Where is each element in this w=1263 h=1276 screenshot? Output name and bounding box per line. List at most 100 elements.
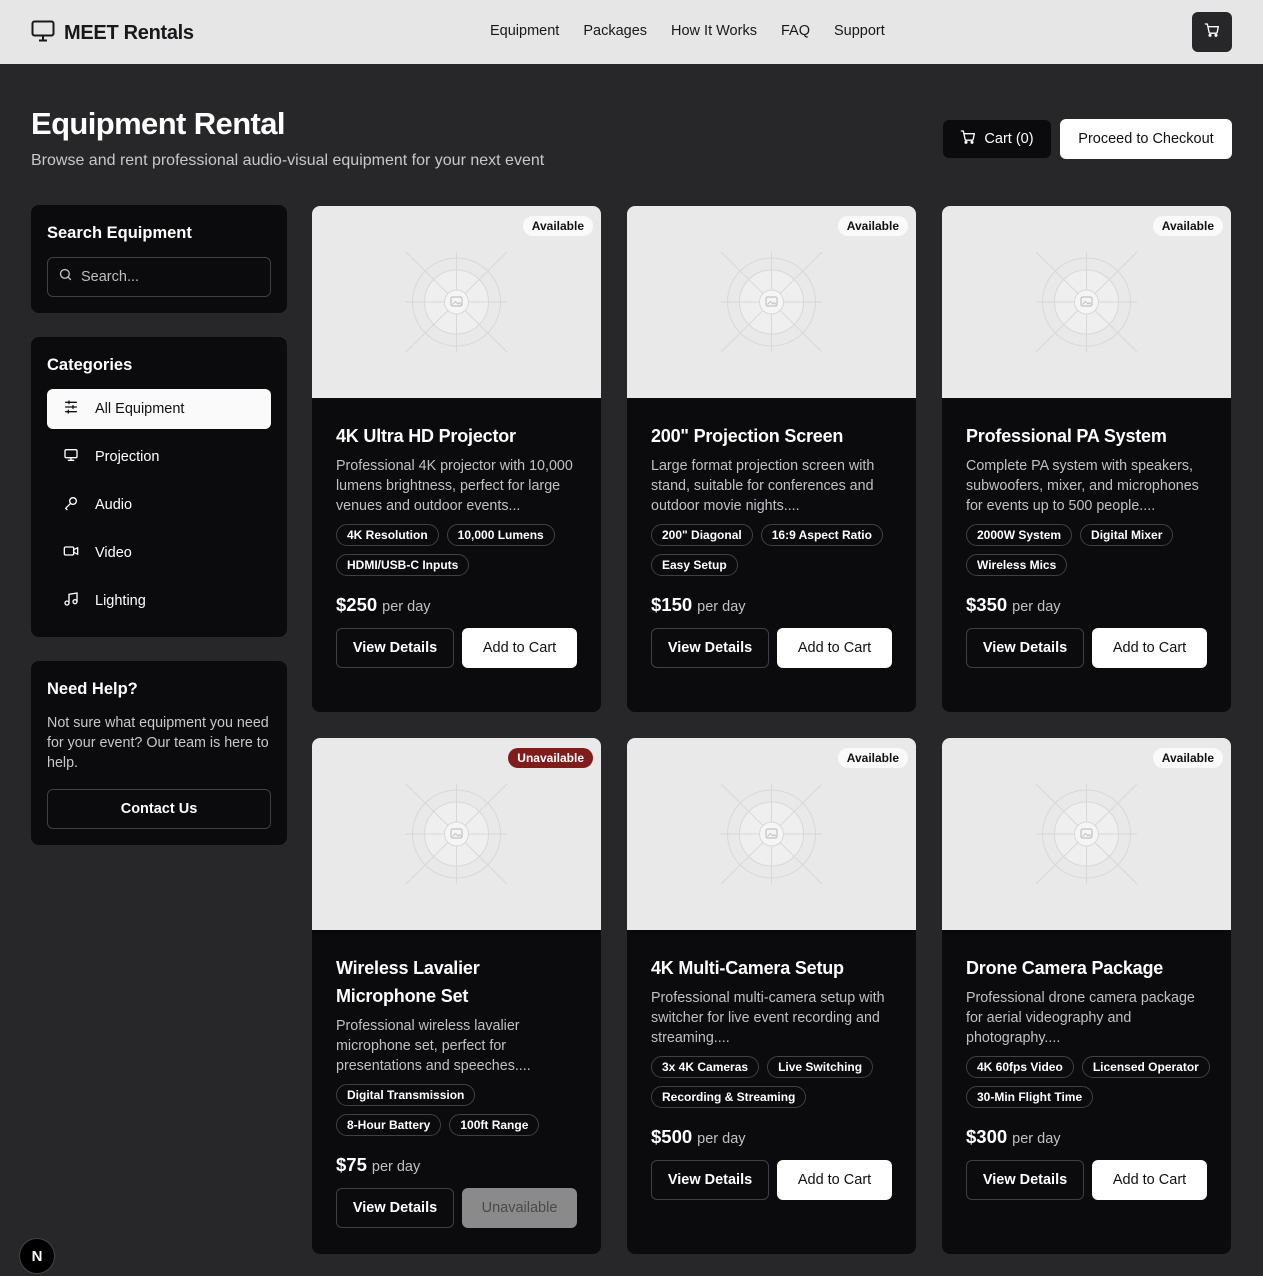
card-actions: View Details Add to Cart — [966, 628, 1211, 668]
price-period: per day — [697, 1131, 746, 1147]
header-cart-button[interactable] — [1192, 12, 1232, 52]
feature-tags: 4K 60fps Video Licensed Operator 30-Min Fl… — [966, 1056, 1211, 1108]
view-details-button[interactable]: View Details — [336, 628, 454, 668]
view-details-button[interactable]: View Details — [336, 1188, 454, 1228]
card-actions: View Details Add to Cart — [651, 1160, 896, 1200]
search-panel: Search Equipment — [31, 205, 287, 313]
feature-tag: Easy Setup — [651, 554, 738, 576]
availability-badge: Available — [837, 216, 908, 236]
main-nav: Equipment Packages How It Works FAQ Supp… — [490, 23, 885, 39]
card-actions: View Details Add to Cart — [651, 628, 896, 668]
feature-tags: 4K Resolution 10,000 Lumens HDMI/USB-C Inp… — [336, 524, 581, 576]
unavailable-button[interactable]: Unavailable — [462, 1188, 577, 1228]
feature-tag: 4K 60fps Video — [966, 1056, 1074, 1078]
shopping-cart-icon — [1204, 22, 1220, 43]
top-navigation-bar: MEET Rentals Equipment Packages How It W… — [0, 0, 1263, 64]
price-period: per day — [697, 599, 746, 615]
product-title: 4K Multi-Camera Setup — [651, 958, 844, 978]
card-actions: View Details Unavailable — [336, 1188, 581, 1228]
price-row: $150 per day — [651, 594, 896, 616]
product-description: Professional 4K projector with 10,000 lu… — [336, 458, 573, 514]
price-row: $300 per day — [966, 1126, 1211, 1148]
product-price: $350 — [966, 594, 1008, 615]
page-subtitle: Browse and rent professional audio-visua… — [31, 152, 545, 169]
feature-tag: Digital Transmission — [336, 1084, 476, 1106]
product-info: Wireless Lavalier Microphone Set Profess… — [336, 954, 581, 1228]
card-actions: View Details Add to Cart — [336, 628, 581, 668]
product-card: Unavailable Wireless Lavalier Microphone… — [312, 738, 601, 1254]
microphone-icon — [63, 495, 79, 515]
price-period: per day — [371, 1159, 421, 1175]
feature-tags: 2000W System Digital Mixer Wireless Mics — [966, 524, 1211, 576]
product-title: 4K Ultra HD Projector — [336, 426, 516, 446]
cart-button[interactable]: Cart (0) — [943, 120, 1051, 158]
feature-tag: 2000W System — [966, 524, 1073, 546]
category-projection[interactable]: Projection — [47, 437, 271, 477]
add-to-cart-button[interactable]: Add to Cart — [777, 628, 892, 668]
category-lighting[interactable]: Lighting — [47, 581, 271, 621]
view-details-button[interactable]: View Details — [966, 628, 1084, 668]
nav-packages[interactable]: Packages — [583, 23, 647, 39]
availability-badge: Available — [1152, 748, 1223, 768]
categories-title: Categories — [47, 356, 133, 374]
dev-tools-badge[interactable]: N — [19, 1238, 55, 1274]
brand-name: MEET Rentals — [64, 22, 194, 44]
price-period: per day — [1012, 599, 1061, 615]
add-to-cart-button[interactable]: Add to Cart — [777, 1160, 892, 1200]
product-title: 200" Projection Screen — [651, 426, 844, 446]
category-video[interactable]: Video — [47, 533, 271, 573]
help-panel: Need Help? Not sure what equipment you n… — [31, 661, 287, 845]
nav-support[interactable]: Support — [834, 23, 885, 39]
product-description: Professional wireless lavalier microphon… — [336, 1018, 531, 1074]
nav-how-it-works[interactable]: How It Works — [671, 23, 757, 39]
feature-tag: 10,000 Lumens — [446, 524, 555, 546]
monitor-icon — [63, 447, 79, 467]
category-label: Projection — [95, 449, 160, 465]
add-to-cart-button[interactable]: Add to Cart — [1092, 628, 1207, 668]
card-actions: View Details Add to Cart — [966, 1160, 1211, 1200]
product-image-placeholder: Available — [942, 206, 1231, 398]
view-details-button[interactable]: View Details — [966, 1160, 1084, 1200]
product-image-placeholder: Available — [627, 206, 916, 398]
search-input[interactable] — [81, 269, 261, 285]
add-to-cart-button[interactable]: Add to Cart — [1092, 1160, 1207, 1200]
category-all-equipment[interactable]: All Equipment — [47, 389, 271, 429]
category-label: Lighting — [95, 593, 146, 609]
search-icon — [58, 267, 73, 287]
nav-equipment[interactable]: Equipment — [490, 23, 559, 39]
product-price: $500 — [651, 1126, 693, 1147]
monitor-icon — [31, 20, 55, 47]
search-field[interactable] — [47, 257, 271, 297]
add-to-cart-button[interactable]: Add to Cart — [462, 628, 577, 668]
product-price: $250 — [336, 594, 378, 615]
category-audio[interactable]: Audio — [47, 485, 271, 525]
view-details-button[interactable]: View Details — [651, 628, 769, 668]
feature-tags: 3x 4K Cameras Live Switching Recording & S… — [651, 1056, 896, 1108]
feature-tag: Digital Mixer — [1080, 524, 1174, 546]
contact-us-button[interactable]: Contact Us — [47, 789, 271, 829]
product-info: 200" Projection Screen Large format proj… — [651, 422, 896, 668]
product-price: $150 — [651, 594, 693, 615]
price-row: $250 per day — [336, 594, 581, 616]
product-card: Available 200" Projection Screen Large f… — [627, 206, 916, 712]
price-row: $75 per day — [336, 1154, 581, 1176]
brand-logo[interactable]: MEET Rentals — [31, 20, 194, 47]
nav-faq[interactable]: FAQ — [781, 23, 810, 39]
product-info: 4K Ultra HD Projector Professional 4K pr… — [336, 422, 581, 668]
product-description: Professional drone camera package for ae… — [966, 990, 1195, 1046]
product-image-placeholder: Unavailable — [312, 738, 601, 930]
video-camera-icon — [63, 543, 79, 563]
view-details-button[interactable]: View Details — [651, 1160, 769, 1200]
product-card: Available Drone Camera Package Professio… — [942, 738, 1231, 1254]
feature-tag: Wireless Mics — [966, 554, 1068, 576]
proceed-to-checkout-button[interactable]: Proceed to Checkout — [1060, 119, 1232, 159]
price-period: per day — [1012, 1131, 1061, 1147]
page-title: Equipment Rental — [31, 106, 286, 141]
sliders-icon — [63, 399, 79, 419]
product-price: $75 — [336, 1154, 367, 1175]
availability-badge: Available — [837, 748, 908, 768]
product-image-placeholder: Available — [942, 738, 1231, 930]
product-description: Complete PA system with speakers, subwoo… — [966, 458, 1199, 514]
product-info: Drone Camera Package Professional drone … — [966, 954, 1211, 1200]
product-info: 4K Multi-Camera Setup Professional multi… — [651, 954, 896, 1200]
